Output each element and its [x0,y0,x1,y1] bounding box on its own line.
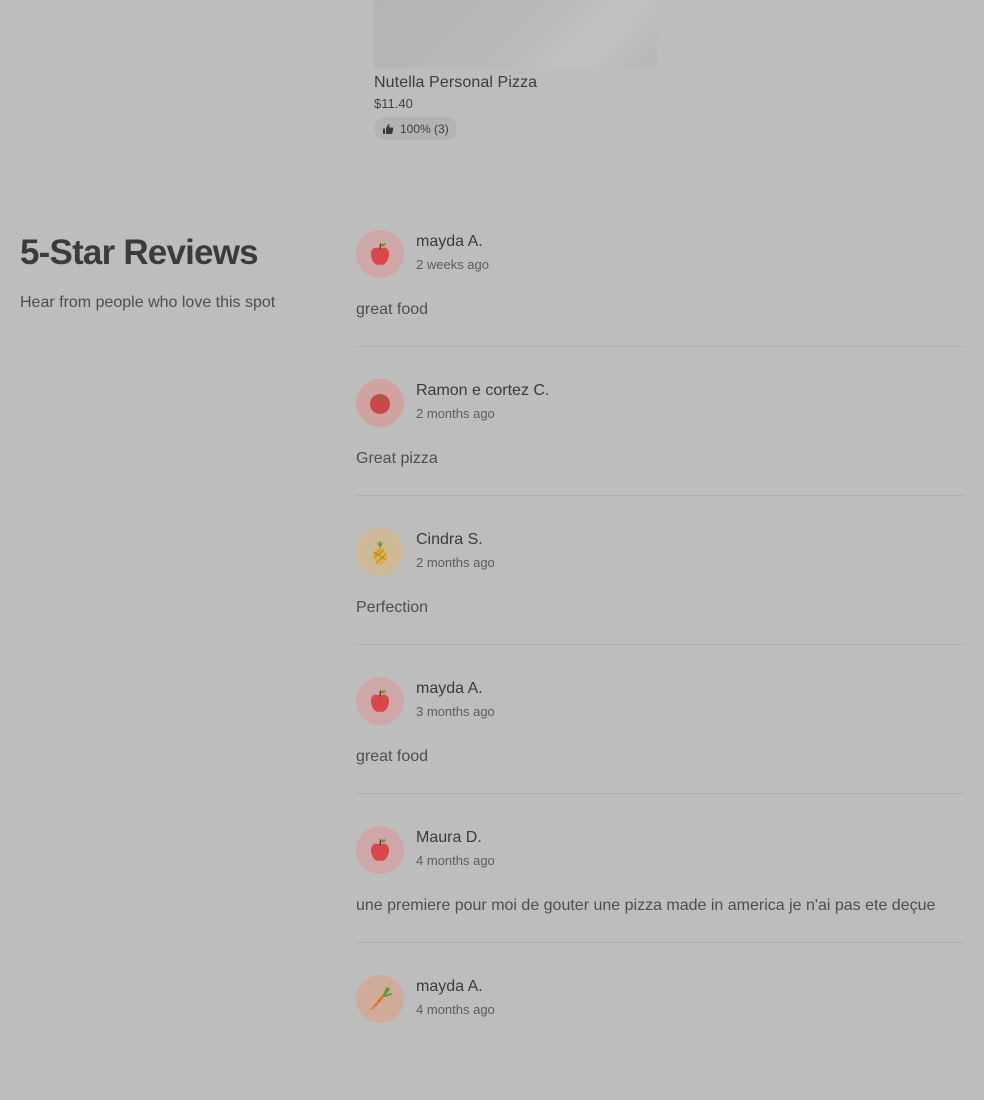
review-time: 2 weeks ago [416,257,489,272]
apple-icon [371,690,389,712]
review-item: Maura D. 4 months ago une premiere pour … [356,826,964,943]
avatar [356,975,404,1023]
menu-item-price: $11.40 [374,96,413,111]
review-item: mayda A. 3 months ago great food [356,677,964,794]
reviewer-name: Ramon e cortez C. [416,382,550,399]
review-list: mayda A. 2 weeks ago great food Ramon e … [356,230,964,1079]
reviews-header: 5-Star Reviews Hear from people who love… [20,232,320,312]
apple-icon [371,839,389,861]
avatar [356,379,404,427]
review-text: great food [356,748,429,765]
reviewer-name: Maura D. [416,829,482,846]
avatar [356,677,404,725]
review-time: 4 months ago [416,853,495,868]
reviewer-name: mayda A. [416,978,483,995]
menu-item-rating: 100% (3) [374,117,457,140]
avatar [356,826,404,874]
review-time: 4 months ago [416,1002,495,1017]
avatar [356,230,404,278]
tomato-icon [370,394,390,414]
menu-item-card[interactable]: Nutella Personal Pizza $11.40 100% (3) [374,0,657,140]
review-text: Great pizza [356,450,438,467]
thumbs-up-icon [382,123,394,135]
pineapple-icon [373,539,387,565]
review-item: mayda A. 4 months ago [356,975,964,1047]
review-time: 2 months ago [416,555,495,570]
carrot-icon [371,987,392,1010]
reviewer-name: mayda A. [416,680,483,697]
page: Nutella Personal Pizza $11.40 100% (3) 5… [0,0,984,1100]
reviews-title: 5-Star Reviews [20,233,259,272]
menu-item-name[interactable]: Nutella Personal Pizza [374,74,657,92]
reviewer-name: mayda A. [416,233,483,250]
review-item: Cindra S. 2 months ago Perfection [356,528,964,645]
reviews-subtitle: Hear from people who love this spot [20,294,276,311]
avatar [356,528,404,576]
reviewer-name: Cindra S. [416,531,483,548]
review-text: Perfection [356,599,429,616]
menu-item-rating-text: 100% (3) [400,121,449,136]
review-text: une premiere pour moi de gouter une pizz… [356,897,936,914]
review-text: great food [356,301,429,318]
review-item: mayda A. 2 weeks ago great food [356,230,964,347]
apple-icon [371,243,389,265]
review-time: 2 months ago [416,406,495,421]
review-item: Ramon e cortez C. 2 months ago Great piz… [356,379,964,496]
menu-item-image[interactable] [374,0,657,69]
review-time: 3 months ago [416,704,495,719]
